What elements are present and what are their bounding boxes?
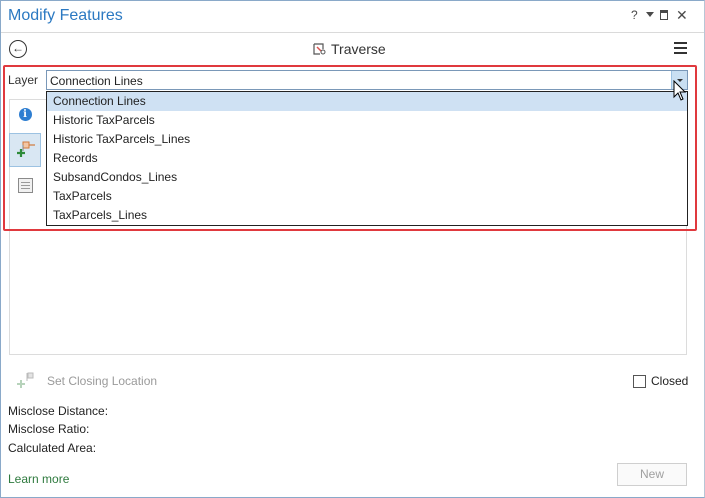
tool-title: Traverse (331, 41, 386, 57)
pane-title: Modify Features (8, 7, 123, 24)
info-button[interactable]: i (9, 99, 41, 129)
layer-option[interactable]: Historic TaxParcels_Lines (47, 130, 687, 149)
title-bar: Modify Features ? ✕ (1, 1, 704, 33)
layer-label: Layer (8, 73, 39, 87)
calculated-area-label: Calculated Area: (8, 441, 97, 455)
add-course-button[interactable] (9, 133, 41, 167)
modify-features-pane: Modify Features ? ✕ ← Traverse i Layer C… (0, 0, 705, 498)
menu-icon[interactable] (674, 42, 687, 54)
misclose-distance-label: Misclose Distance: (8, 404, 109, 418)
options-chevron-icon[interactable] (646, 12, 654, 17)
list-icon (17, 177, 33, 193)
layer-row: Layer Connection Lines (1, 68, 704, 92)
learn-more-link[interactable]: Learn more (8, 472, 69, 486)
help-button[interactable]: ? (631, 8, 638, 22)
layer-option[interactable]: Historic TaxParcels (47, 111, 687, 130)
layer-dropdown[interactable]: Connection Lines (46, 70, 688, 90)
layer-option[interactable]: TaxParcels_Lines (47, 206, 687, 225)
layer-option[interactable]: Records (47, 149, 687, 168)
closing-location-icon (17, 372, 34, 388)
layer-option[interactable]: SubsandCondos_Lines (47, 168, 687, 187)
closed-label: Closed (651, 374, 689, 388)
set-closing-location-label: Set Closing Location (47, 374, 158, 388)
set-closing-location-button[interactable]: Set Closing Location (15, 372, 157, 390)
back-arrow-icon: ← (12, 41, 24, 55)
traverse-icon (313, 43, 326, 55)
back-button[interactable]: ← (9, 40, 27, 58)
layer-option[interactable]: Connection Lines (47, 92, 687, 111)
close-icon[interactable]: ✕ (676, 7, 688, 24)
closed-option[interactable]: Closed (633, 374, 688, 388)
closed-checkbox[interactable] (633, 374, 646, 388)
info-icon: i (18, 107, 32, 121)
mouse-cursor-icon (673, 80, 687, 101)
layer-selected-value: Connection Lines (50, 74, 143, 88)
layer-option[interactable]: TaxParcels (47, 187, 687, 206)
misclose-ratio-label: Misclose Ratio: (8, 422, 90, 436)
add-course-icon (17, 141, 35, 157)
layer-options-list: Connection Lines Historic TaxParcels His… (46, 91, 688, 226)
tool-header: Traverse (311, 39, 386, 59)
course-list-button[interactable] (9, 170, 41, 200)
new-button[interactable]: New (617, 463, 687, 486)
pin-icon[interactable] (660, 10, 668, 20)
side-toolbar: i (9, 99, 41, 200)
